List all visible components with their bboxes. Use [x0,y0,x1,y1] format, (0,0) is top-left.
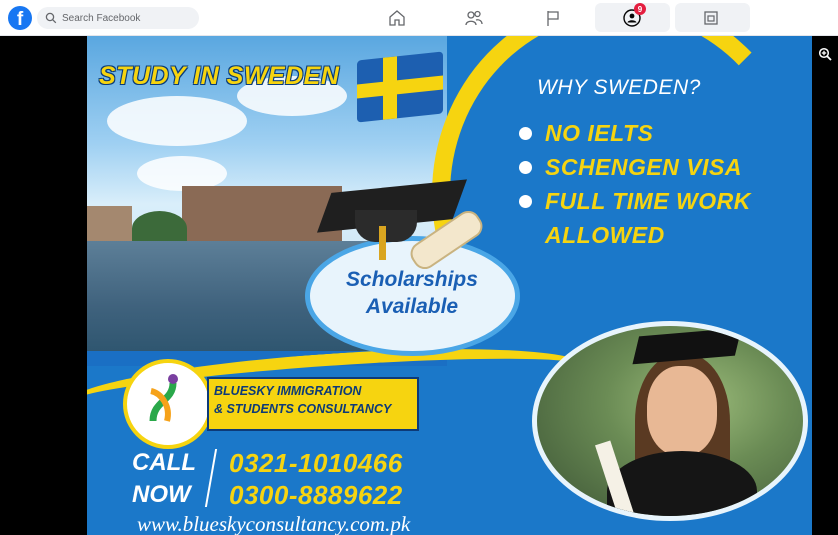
bullet-icon [519,160,532,174]
building-left [87,206,132,246]
poster-title: STUDY IN SWEDEN [99,62,340,90]
sweden-flag-icon [357,51,443,123]
phone-number: 0321-1010466 [229,448,403,478]
why-heading: WHY SWEDEN? [537,76,701,99]
bullet-icon [519,194,532,208]
reasons-list: NO IELTS SCHENGEN VISA FULL TIME WORK AL… [519,116,751,252]
parliament-building [182,186,342,246]
phone-number: 0300-8889622 [229,480,403,510]
list-item: NO IELTS [519,116,751,150]
zoom-in-icon[interactable] [818,47,832,61]
search-input[interactable]: Search Facebook [37,7,199,29]
bullet-icon [519,126,532,140]
list-item: FULL TIME WORK [519,184,751,218]
search-placeholder: Search Facebook [62,12,141,24]
graduation-cap-base [355,210,417,242]
search-icon [45,12,57,24]
home-icon[interactable] [386,7,408,29]
graduate-photo [532,321,808,521]
facebook-logo-letter: f [16,8,24,30]
graduation-cap-icon [632,327,742,365]
cap-tassel [379,226,386,260]
company-name: BLUESKY IMMIGRATION & STUDENTS CONSULTAN… [214,384,392,416]
call-now-label: CALL NOW [132,449,196,508]
website-url: www.blueskyconsultancy.com.pk [137,512,411,535]
list-item: SCHENGEN VISA [519,150,751,184]
groups-notification-badge: 9 [634,3,646,15]
facebook-top-bar: f Search Facebook 9 [0,0,838,36]
gaming-icon[interactable] [700,7,722,29]
scholarship-text: Scholarships Available [346,268,478,318]
poster-image[interactable]: STUDY IN SWEDEN WHY SWEDEN? NO IELTS SCH… [87,36,812,535]
list-item: ALLOWED [545,221,665,248]
phone-numbers: 0321-1010466 0300-8889622 [229,447,403,511]
facebook-logo-icon[interactable]: f [8,6,32,30]
friends-icon[interactable] [463,7,485,29]
pages-flag-icon[interactable] [542,7,564,29]
company-logo-icon [149,374,178,422]
cloud [107,96,247,146]
